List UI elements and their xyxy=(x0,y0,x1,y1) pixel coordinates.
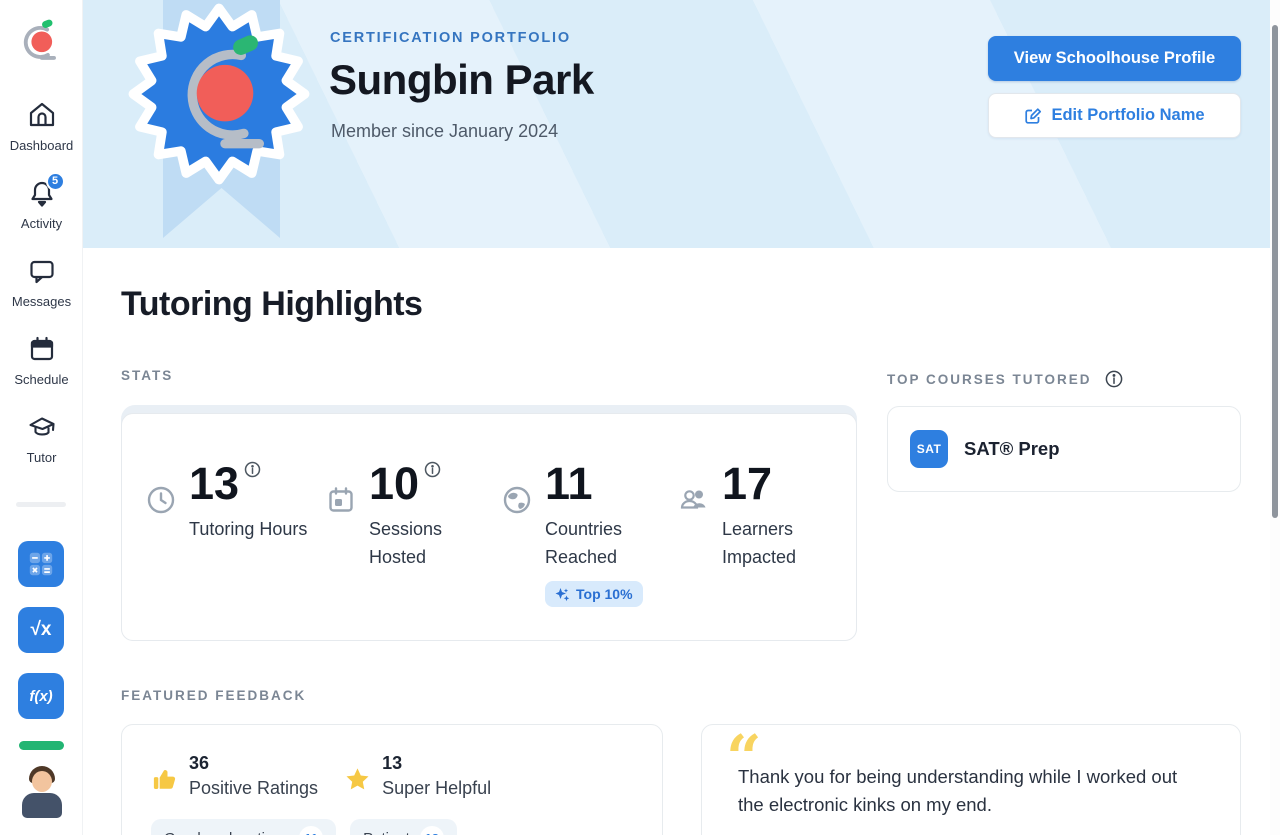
top-badge-label: Top 10% xyxy=(576,586,633,602)
stat-value: 13 xyxy=(189,458,240,509)
sidebar-item-label: Tutor xyxy=(26,450,57,465)
stats-card-accent: 13 Tutoring Hours 10 Sessions Hosted 11 … xyxy=(121,405,857,641)
sidebar-item-label: Activity xyxy=(20,216,63,231)
stat-label: Countries Reached xyxy=(545,519,623,567)
sparkle-icon xyxy=(555,587,570,601)
sidebar-item-label: Schedule xyxy=(14,372,69,387)
sidebar-divider xyxy=(16,502,66,507)
function-tile[interactable]: f(x) xyxy=(18,673,64,719)
activity-count-badge: 5 xyxy=(45,172,65,191)
grad-cap-icon xyxy=(27,412,57,442)
edit-pencil-icon xyxy=(1024,107,1042,125)
stats-card: 13 Tutoring Hours 10 Sessions Hosted 11 … xyxy=(121,413,857,641)
scrollbar-thumb[interactable] xyxy=(1272,25,1278,518)
sidebar-item-dashboard[interactable]: Dashboard xyxy=(0,100,83,153)
clock-icon xyxy=(146,485,176,515)
view-profile-button[interactable]: View Schoolhouse Profile xyxy=(988,36,1241,81)
info-icon[interactable] xyxy=(244,461,261,478)
tag-count: 11 xyxy=(299,826,324,835)
tag-label: Good explanations xyxy=(164,830,289,835)
feedback-quote-card: “ Thank you for being understanding whil… xyxy=(701,724,1241,835)
member-since-text: Member since January 2024 xyxy=(331,121,559,141)
sidebar-item-label: Dashboard xyxy=(9,138,74,153)
stat-value: 11 xyxy=(545,458,593,509)
edit-portfolio-label: Edit Portfolio Name xyxy=(1051,106,1205,124)
math-operations-tile[interactable] xyxy=(18,541,64,587)
top-course-card: SAT SAT® Prep xyxy=(887,406,1241,492)
top-10-percent-badge: Top 10% xyxy=(545,581,643,607)
super-helpful-ratings: 13 Super Helpful xyxy=(344,751,491,801)
tag-count: 12 xyxy=(419,826,444,835)
user-avatar[interactable] xyxy=(17,766,67,818)
featured-feedback-label: FEATURED FEEDBACK xyxy=(121,688,307,703)
sidebar-item-activity[interactable]: 5 Activity xyxy=(0,172,83,231)
sidebar-item-label: Messages xyxy=(11,294,72,309)
feedback-stats-card: 36 Positive Ratings 13 Super Helpful xyxy=(121,724,663,835)
main-content: Tutoring Highlights STATS 13 Tutoring Ho… xyxy=(83,248,1280,835)
page-title: Tutoring Highlights xyxy=(121,285,423,323)
stat-value: 10 xyxy=(369,458,420,509)
schoolhouse-logo-icon[interactable] xyxy=(18,12,64,64)
people-icon xyxy=(679,485,709,515)
feedback-tag: Good explanations 11 xyxy=(151,819,337,835)
green-course-tile-peek xyxy=(19,741,64,750)
home-icon xyxy=(27,100,57,130)
portfolio-page: Dashboard 5 Activity Messages Schedule T… xyxy=(0,0,1280,835)
stat-learners-impacted: 17 Learners Impacted xyxy=(679,458,826,571)
positive-ratings: 36 Positive Ratings xyxy=(151,751,318,801)
sidebar-item-tutor[interactable]: Tutor xyxy=(0,412,83,465)
sat-chip: SAT xyxy=(910,430,948,468)
certification-badge xyxy=(128,3,310,185)
view-profile-label: View Schoolhouse Profile xyxy=(1013,49,1216,67)
fx-glyph: f(x) xyxy=(29,687,53,705)
stat-tutoring-hours: 13 Tutoring Hours xyxy=(146,458,339,543)
rating-value: 13 xyxy=(382,753,403,773)
calendar-icon xyxy=(27,334,57,364)
portfolio-header: CERTIFICATION PORTFOLIO Sungbin Park Mem… xyxy=(83,0,1280,248)
rating-value: 36 xyxy=(189,753,210,773)
eyebrow-label: CERTIFICATION PORTFOLIO xyxy=(330,30,571,46)
square-root-tile[interactable]: √x xyxy=(18,607,64,653)
calendar-icon xyxy=(326,485,356,515)
sidebar-item-schedule[interactable]: Schedule xyxy=(0,334,83,387)
globe-icon xyxy=(502,485,532,515)
edit-portfolio-name-button[interactable]: Edit Portfolio Name xyxy=(988,93,1241,138)
info-icon[interactable] xyxy=(424,461,441,478)
rating-label: Positive Ratings xyxy=(189,778,319,798)
sqrt-glyph: √x xyxy=(30,619,52,640)
stat-label: Sessions Hosted xyxy=(369,519,443,567)
star-icon xyxy=(344,766,371,793)
tag-label: Patient xyxy=(363,830,410,835)
course-name: SAT® Prep xyxy=(964,438,1060,459)
feedback-tag: Patient 12 xyxy=(350,819,457,835)
stat-sessions-hosted: 10 Sessions Hosted xyxy=(326,458,473,571)
stat-value: 17 xyxy=(722,458,773,509)
stat-label: Learners Impacted xyxy=(722,519,797,567)
stats-section-label: STATS xyxy=(121,368,174,383)
info-icon[interactable] xyxy=(1105,370,1123,388)
feedback-quote-text: Thank you for being understanding while … xyxy=(738,766,1178,815)
top-courses-label-text: TOP COURSES TUTORED xyxy=(887,372,1092,387)
bell-icon: 5 xyxy=(27,172,65,208)
sidebar: Dashboard 5 Activity Messages Schedule T… xyxy=(0,0,83,835)
top-courses-label: TOP COURSES TUTORED xyxy=(887,370,1123,388)
thumbs-up-icon xyxy=(151,766,178,793)
stat-countries-reached: 11 Countries Reached Top 10% xyxy=(502,458,649,607)
portfolio-owner-name: Sungbin Park xyxy=(329,56,594,103)
scrollbar-track xyxy=(1270,0,1280,835)
rating-label: Super Helpful xyxy=(382,778,492,798)
sidebar-item-messages[interactable]: Messages xyxy=(0,256,83,309)
chat-icon xyxy=(27,256,57,286)
stat-label: Tutoring Hours xyxy=(189,519,308,539)
